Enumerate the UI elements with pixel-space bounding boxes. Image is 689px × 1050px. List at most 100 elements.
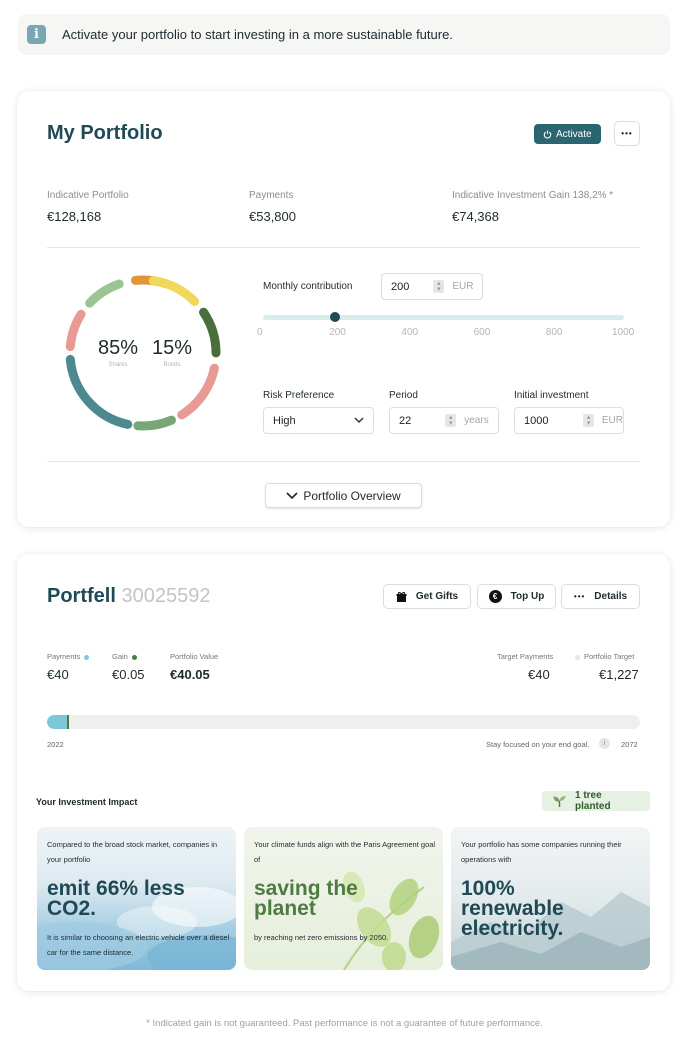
slider-tick-label: 200: [329, 327, 346, 338]
initial-investment-value: 1000: [524, 414, 549, 427]
slider-tick-label: 0: [257, 327, 263, 338]
activate-label: Activate: [556, 128, 592, 140]
payments-dot: [84, 654, 90, 660]
contribution-slider-track[interactable]: [263, 315, 624, 320]
slider-tick-label: 800: [545, 327, 563, 338]
initial-investment-input[interactable]: 1000 ▴ ▾ EUR: [514, 407, 624, 434]
more-icon: •••: [573, 592, 586, 601]
indicative-portfolio-label: Indicative Portfolio: [47, 190, 129, 201]
allocation-donut-chart: [65, 275, 221, 431]
investment-gain-label: Indicative Investment Gain 138,2% *: [452, 190, 614, 201]
contribution-slider-handle[interactable]: [330, 312, 341, 322]
monthly-contribution-value: 200: [391, 280, 410, 293]
info-icon[interactable]: i: [599, 738, 610, 749]
portfolio-title: My Portfolio: [47, 122, 163, 144]
period-label: Period: [389, 390, 418, 401]
gain-dot: [131, 654, 137, 660]
risk-preference-label: Risk Preference: [263, 390, 335, 401]
portfolio-overview-button[interactable]: Portfolio Overview: [265, 483, 422, 508]
bonds-label: Bonds: [163, 362, 181, 368]
portfolio-value-amount: €40.05: [170, 667, 210, 682]
impact-detail: by reaching net zero emissions by 2050.: [254, 933, 389, 942]
impact-card-emissions: Compared to the broad stock market, comp…: [37, 827, 236, 970]
slider-tick-label: 400: [401, 327, 419, 338]
more-icon: •••: [621, 129, 633, 138]
focus-text: Stay focused on your end goal.: [486, 740, 590, 749]
impact-intro: Compared to the broad stock market, comp…: [47, 840, 218, 864]
activation-banner: i Activate your portfolio to start inves…: [18, 14, 670, 55]
monthly-contribution-label: Monthly contribution: [263, 281, 353, 292]
euro-icon: €: [488, 590, 502, 603]
portfolio-target-legend: Portfolio Target: [575, 652, 634, 661]
shares-percent: 85%: [97, 337, 139, 359]
progress-fill: [47, 715, 68, 729]
impact-title: Your Investment Impact: [36, 797, 138, 807]
gain-legend-label: Gain: [112, 652, 128, 661]
my-portfolio-card: My Portfolio Activate ••• Indicative Por…: [17, 91, 670, 527]
end-year: 2072: [621, 740, 638, 749]
sprout-icon: [553, 795, 566, 807]
donut-segment: [65, 309, 86, 352]
period-input[interactable]: 22 ▴ ▾ years: [389, 407, 499, 434]
portfell-card: Portfell 30025592 Get Gifts € Top Up •••…: [17, 554, 670, 991]
impact-intro: Your portfolio has some companies runnin…: [461, 840, 622, 864]
monthly-contribution-input[interactable]: 200 ▴ ▾ EUR: [381, 273, 483, 300]
payments-label: Payments: [249, 190, 294, 201]
target-payments-label: Target Payments: [497, 652, 554, 661]
payments-legend: Payments: [47, 652, 90, 661]
risk-preference-select[interactable]: High: [263, 407, 374, 434]
impact-card-paris: Your climate funds align with the Paris …: [244, 827, 443, 970]
stepper-icon[interactable]: ▴ ▾: [445, 414, 457, 427]
donut-segment: [177, 363, 219, 420]
target-dot: [575, 654, 580, 660]
impact-headline: emit 66% less CO2.: [47, 877, 185, 920]
gain-amount: €0.05: [112, 667, 145, 682]
more-options-button[interactable]: •••: [614, 121, 640, 146]
disclaimer-footer: * Indicated gain is not guaranteed. Past…: [146, 1018, 543, 1029]
monthly-unit: EUR: [452, 281, 474, 292]
tree-planted-text: 1 tree planted: [575, 790, 611, 812]
period-value: 22: [399, 414, 412, 427]
impact-headline: 100% renewable electricity.: [461, 877, 564, 940]
initial-investment-label: Initial investment: [514, 390, 589, 401]
shares-label: Shares: [108, 362, 128, 368]
initial-investment-unit: EUR: [601, 415, 623, 426]
donut-segment: [199, 307, 221, 358]
impact-card-renewable: Your portfolio has some companies runnin…: [451, 827, 650, 970]
top-up-button[interactable]: € Top Up: [477, 584, 556, 609]
donut-segment: [133, 415, 176, 431]
stepper-icon[interactable]: ▴ ▾: [433, 280, 445, 293]
portfolio-value-label: Portfolio Value: [170, 652, 219, 661]
gain-legend: Gain: [112, 652, 137, 661]
donut-segment: [65, 354, 133, 429]
gift-icon: [396, 591, 407, 602]
portfell-title: Portfell 30025592: [47, 585, 210, 608]
period-unit: years: [464, 415, 489, 426]
chevron-down-icon: [354, 417, 364, 424]
donut-segment: [148, 276, 200, 306]
slider-tick-label: 1000: [612, 327, 635, 338]
divider: [47, 461, 640, 462]
details-button[interactable]: ••• Details: [561, 584, 640, 609]
donut-segment: [85, 279, 124, 308]
power-icon: [543, 130, 552, 139]
portfolio-overview-label: Portfolio Overview: [303, 488, 401, 503]
portfell-number: 30025592: [121, 585, 211, 607]
activate-button[interactable]: Activate: [534, 124, 601, 144]
divider: [47, 247, 640, 248]
goal-progress-bar: [47, 715, 640, 729]
bonds-percent: 15%: [151, 337, 193, 359]
impact-detail: It is similar to choosing an electric ve…: [47, 933, 230, 957]
portfell-name: Portfell: [47, 585, 116, 607]
start-year: 2022: [47, 740, 64, 749]
get-gifts-button[interactable]: Get Gifts: [383, 584, 471, 609]
payments-amount: €40: [47, 667, 69, 682]
impact-headline: saving the planet: [254, 877, 358, 920]
get-gifts-label: Get Gifts: [415, 591, 459, 602]
portfolio-target-amount: €1,227: [599, 667, 639, 682]
banner-text: Activate your portfolio to start investi…: [62, 27, 453, 42]
slider-tick-label: 600: [473, 327, 491, 338]
stepper-icon[interactable]: ▴ ▾: [583, 414, 594, 427]
payments-value: €53,800: [249, 209, 296, 224]
tree-planted-badge: 1 tree planted: [542, 790, 650, 812]
